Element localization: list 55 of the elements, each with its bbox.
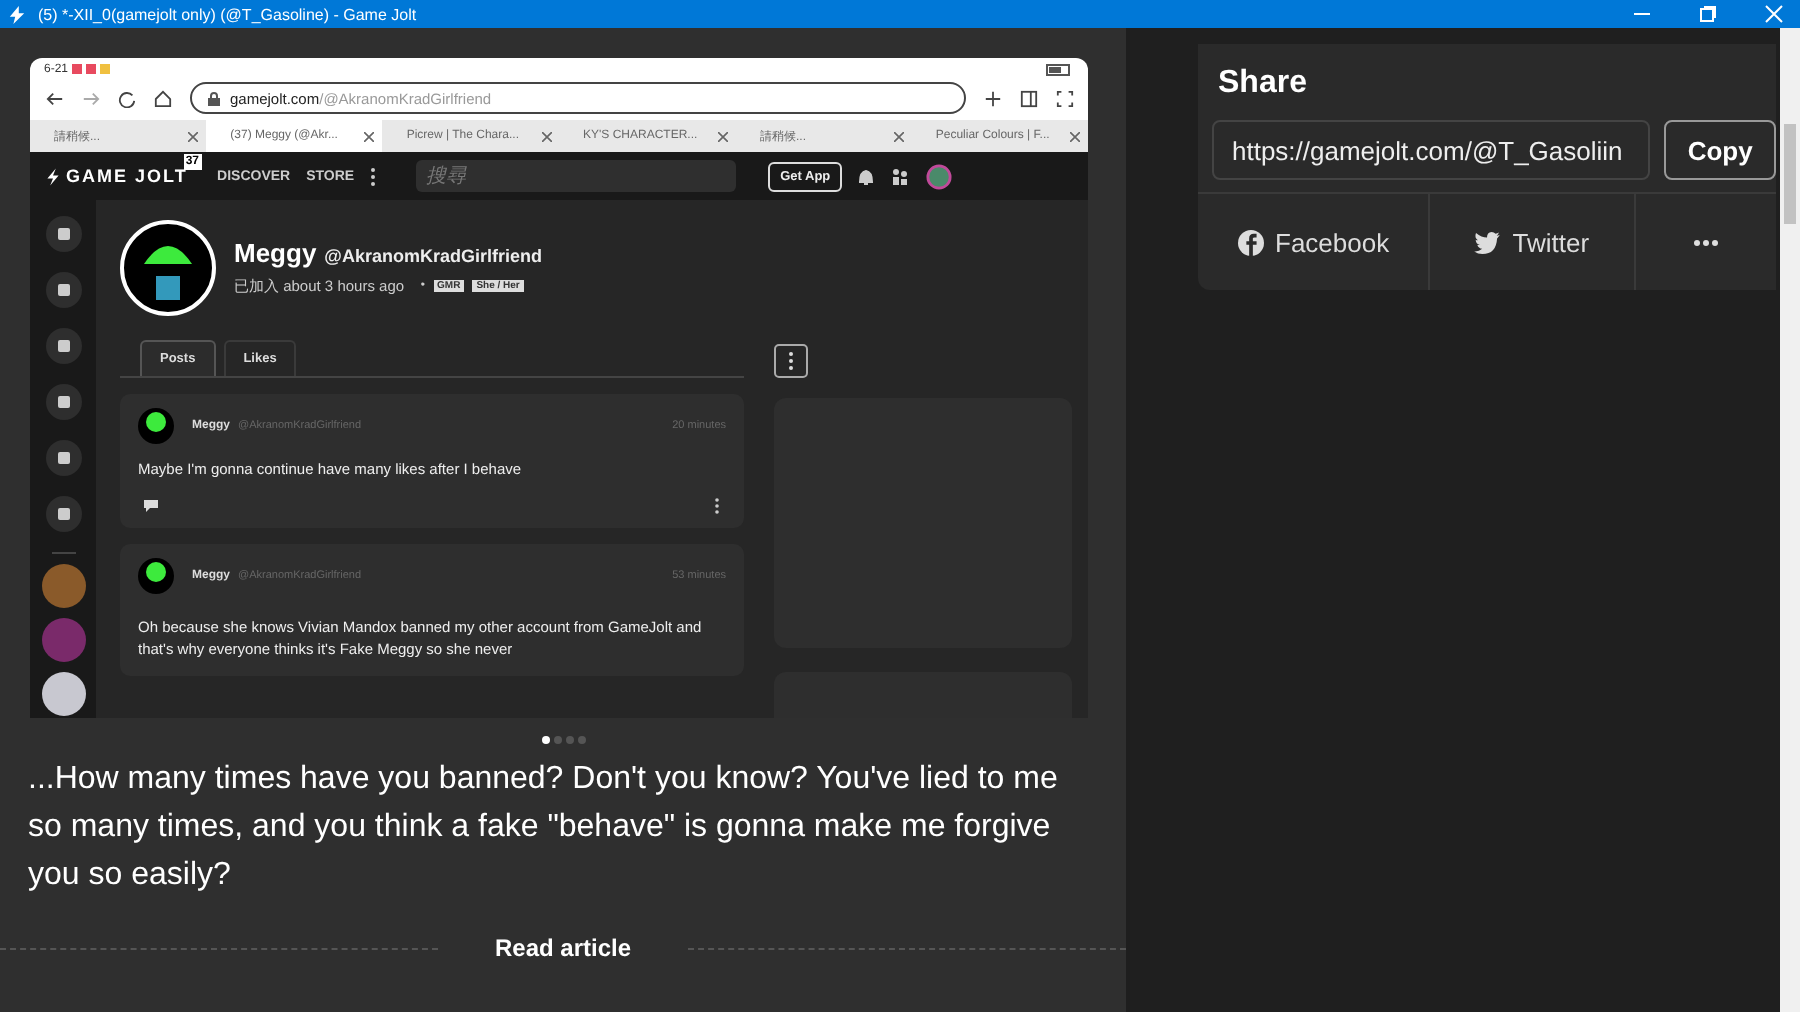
bolt-icon <box>8 5 26 23</box>
nav-icon[interactable] <box>45 272 81 308</box>
carousel-dot[interactable] <box>565 736 573 744</box>
more-icon[interactable] <box>370 167 377 185</box>
nav-icon[interactable] <box>45 384 81 420</box>
more-icon <box>1693 239 1718 245</box>
avatar <box>120 220 216 316</box>
maximize-icon[interactable] <box>1698 4 1718 24</box>
scrollbar[interactable] <box>1780 28 1800 1012</box>
comment-icon[interactable] <box>144 500 158 512</box>
facebook-icon <box>1237 229 1263 255</box>
share-button[interactable]: Facebook <box>1198 194 1431 290</box>
close-icon[interactable] <box>188 131 199 141</box>
status-icons <box>72 64 113 74</box>
bell-icon[interactable] <box>858 167 875 185</box>
sidebar-icon[interactable] <box>1020 89 1038 107</box>
read-article-link[interactable]: Read article <box>438 934 688 962</box>
nav-icon[interactable] <box>45 328 81 364</box>
caption-text: ...How many times have you banned? Don't you know? You've lied to me so many times, and you think a fake "behave" is gonna make me forgive you so easily? <box>28 760 1060 896</box>
search-field[interactable]: 搜尋 <box>416 160 737 192</box>
carousel-dot[interactable] <box>577 736 585 744</box>
home-icon[interactable] <box>154 89 172 107</box>
nav-icon[interactable] <box>45 496 81 532</box>
avatar[interactable] <box>926 163 953 189</box>
close-icon[interactable] <box>717 131 728 141</box>
url-field[interactable]: https://gamejolt.com/@T_Gasoliin <box>1212 120 1651 180</box>
profile-name: Meggy <box>234 237 317 267</box>
close-icon[interactable] <box>364 131 375 141</box>
share-title: Share <box>1216 64 1309 102</box>
lock-icon <box>208 91 220 105</box>
expand-icon[interactable] <box>1056 89 1074 107</box>
people-icon[interactable] <box>890 167 911 185</box>
share-button[interactable]: Twitter <box>1430 194 1636 290</box>
bird-icon <box>1474 231 1501 253</box>
carousel-dot[interactable] <box>541 736 549 744</box>
window-title: (5) *-XII_0(gamejolt only) (@T_Gasoline) - Game Jolt <box>38 5 417 23</box>
nav-icon[interactable] <box>45 440 81 476</box>
close-icon[interactable] <box>893 131 904 141</box>
logo[interactable]: GAME JOLT <box>66 166 188 186</box>
avatar[interactable] <box>41 672 85 716</box>
battery-icon <box>1046 63 1074 75</box>
bolt-icon <box>46 167 60 185</box>
copy-button[interactable]: Copy <box>1664 120 1776 180</box>
close-icon[interactable] <box>1070 131 1081 141</box>
profile-handle: @AkranomKradGirlfriend <box>324 245 542 265</box>
carousel-dot[interactable] <box>553 736 561 744</box>
plus-icon[interactable] <box>984 89 1002 107</box>
close-icon[interactable] <box>541 131 552 141</box>
more-button[interactable] <box>774 344 808 378</box>
reload-icon[interactable] <box>118 89 136 107</box>
back-icon[interactable] <box>46 89 64 107</box>
avatar <box>138 558 174 594</box>
more-icon[interactable] <box>714 498 720 514</box>
nav-icon[interactable] <box>45 216 81 252</box>
avatar <box>138 408 174 444</box>
